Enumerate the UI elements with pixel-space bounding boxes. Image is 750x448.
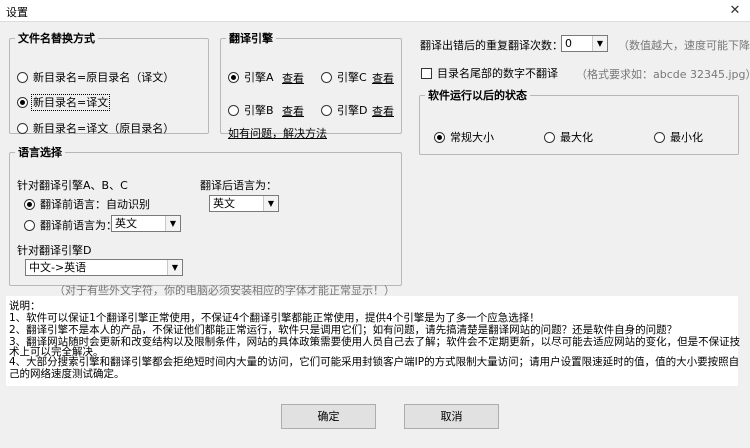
radio-icon[interactable] <box>228 105 239 116</box>
engine-d-language-select[interactable]: 中文->英语 ▼ <box>25 259 183 276</box>
language-abc-label: 针对翻译引擎A、B、C <box>17 179 128 192</box>
radio-icon[interactable] <box>24 199 35 210</box>
close-icon[interactable]: ✕ <box>720 0 750 22</box>
radio-icon[interactable] <box>228 72 239 83</box>
radio-icon[interactable] <box>17 97 28 108</box>
title-bar: 设置 ✕ <box>0 0 750 22</box>
retry-label: 翻译出错后的重复翻译次数： <box>420 39 563 52</box>
window-title: 设置 <box>6 6 28 19</box>
language-d-label: 针对翻译引擎D <box>17 244 92 257</box>
rename-mode-legend: 文件名替换方式 <box>18 32 95 45</box>
window-state-normal[interactable]: 常规大小 <box>434 129 494 145</box>
language-legend: 语言选择 <box>18 146 62 159</box>
trailing-digits-hint: （格式要求如：abcde 32345.jpg） <box>576 68 750 81</box>
engine-b-view-link[interactable]: 查看 <box>282 103 304 119</box>
retry-hint: （数值越大，速度可能下降） <box>618 39 750 52</box>
engine-option-d[interactable]: 引擎D <box>321 102 367 118</box>
target-language-select[interactable]: 英文 ▼ <box>209 195 279 212</box>
target-language-label: 翻译后语言为： <box>200 179 277 192</box>
window-state-minimized[interactable]: 最小化 <box>654 129 703 145</box>
radio-icon[interactable] <box>17 72 28 83</box>
rename-option-3[interactable]: 新目录名=译文（原目录名） <box>17 120 174 136</box>
cancel-button[interactable]: 取消 <box>404 404 499 429</box>
engine-option-c[interactable]: 引擎C <box>321 69 367 85</box>
engine-d-view-link[interactable]: 查看 <box>372 103 394 119</box>
radio-icon[interactable] <box>654 132 665 143</box>
engine-c-view-link[interactable]: 查看 <box>372 70 394 86</box>
radio-icon[interactable] <box>321 105 332 116</box>
source-language-select[interactable]: 英文 ▼ <box>111 215 181 232</box>
window-state-maximized[interactable]: 最大化 <box>544 129 593 145</box>
ok-button[interactable]: 确定 <box>281 404 376 429</box>
retry-select[interactable]: 0 ▼ <box>561 35 608 52</box>
radio-icon[interactable] <box>544 132 555 143</box>
chevron-down-icon[interactable]: ▼ <box>263 196 278 211</box>
engine-group: 翻译引擎 引擎A 查看 引擎C 查看 引擎B 查看 引擎D 查看 如有问题，解决… <box>220 30 402 140</box>
chevron-down-icon[interactable]: ▼ <box>165 216 180 231</box>
rename-option-1[interactable]: 新目录名=原目录名（译文） <box>17 69 174 85</box>
description-panel: 说明： 1、软件可以保证1个翻译引擎正常使用，不保证4个翻译引擎都能正常使用，提… <box>6 296 741 386</box>
radio-icon[interactable] <box>321 72 332 83</box>
engine-option-a[interactable]: 引擎A <box>228 69 274 85</box>
language-group: 语言选择 针对翻译引擎A、B、C 翻译前语言：自动识别 翻译前语言为： 英文 ▼… <box>9 144 402 297</box>
chevron-down-icon[interactable]: ▼ <box>592 36 607 51</box>
engine-help-link[interactable]: 如有问题，解决方法 <box>228 125 327 141</box>
engine-a-view-link[interactable]: 查看 <box>282 70 304 86</box>
radio-icon[interactable] <box>17 123 28 134</box>
description-line: 3、翻译网站随时会更新和改变结构以及限制条件，网站的具体政策需要使用人员自己去了… <box>9 336 741 348</box>
trailing-digits-checkbox[interactable]: 目录名尾部的数字不翻译 <box>421 65 558 81</box>
source-manual-option[interactable]: 翻译前语言为： <box>24 217 117 233</box>
rename-mode-group: 文件名替换方式 新目录名=原目录名（译文） 新目录名=译文 新目录名=译文（原目… <box>9 30 209 136</box>
engine-option-b[interactable]: 引擎B <box>228 102 274 118</box>
radio-icon[interactable] <box>24 220 35 231</box>
source-auto-option[interactable]: 翻译前语言：自动识别 <box>24 196 150 212</box>
rename-option-2[interactable]: 新目录名=译文 <box>17 94 111 111</box>
description-line: 己的网络速度测试确定。 <box>9 368 125 380</box>
checkbox-icon[interactable] <box>421 68 432 79</box>
window-state-group: 软件运行以后的状态 常规大小 最大化 最小化 <box>419 87 739 155</box>
radio-icon[interactable] <box>434 132 445 143</box>
window-state-legend: 软件运行以后的状态 <box>428 89 527 102</box>
engine-legend: 翻译引擎 <box>229 32 273 45</box>
chevron-down-icon[interactable]: ▼ <box>167 260 182 275</box>
